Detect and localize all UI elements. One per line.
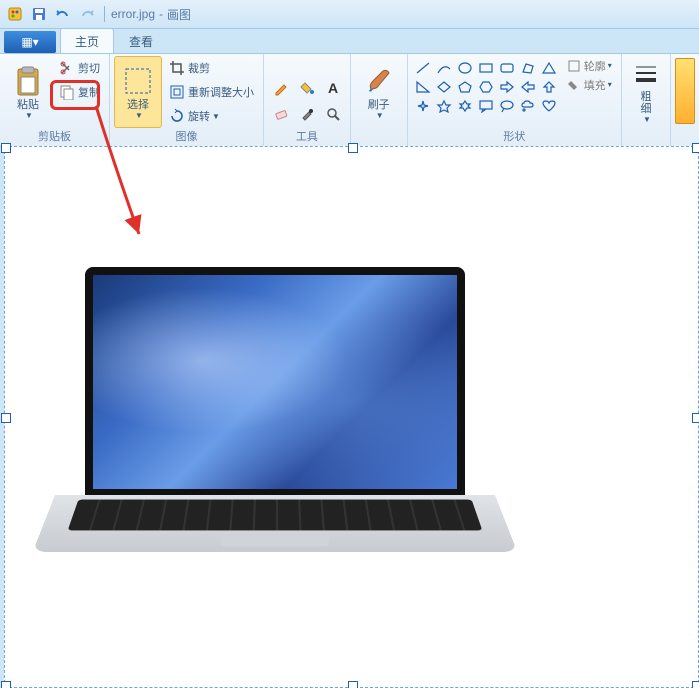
undo-icon[interactable] [52, 3, 74, 25]
shape-arrow-left[interactable] [517, 77, 539, 97]
brush-button[interactable]: 刷子▼ [355, 56, 403, 128]
shape-oval[interactable] [454, 58, 476, 78]
laptop-image [55, 267, 495, 585]
shape-star6[interactable] [454, 96, 476, 116]
group-label-shapes: 形状 [408, 128, 621, 144]
shape-heart[interactable] [538, 96, 560, 116]
group-brush: 刷子▼ [351, 54, 408, 146]
magnify-tool[interactable] [320, 101, 346, 127]
titlebar: error.jpg - 画图 [0, 0, 699, 29]
crop-icon [169, 60, 185, 76]
group-label-image: 图像 [110, 128, 263, 144]
resize-button[interactable]: 重新调整大小 [164, 80, 259, 104]
ribbon: 粘贴▼ 剪切 复制 剪贴板 [0, 53, 699, 147]
crop-button[interactable]: 裁剪 [164, 56, 259, 80]
shape-callout-cloud[interactable] [517, 96, 539, 116]
outline-icon [567, 59, 581, 73]
group-stroke: 粗细▼ [622, 54, 671, 146]
shape-hexagon[interactable] [475, 77, 497, 97]
fill-button[interactable]: 填充▾ [564, 75, 615, 94]
paste-button[interactable]: 粘贴▼ [4, 56, 52, 128]
shape-diamond[interactable] [433, 77, 455, 97]
title-sep: - [159, 7, 163, 21]
stroke-width-button[interactable]: 粗细▼ [626, 56, 666, 128]
pencil-tool[interactable] [268, 75, 294, 101]
separator [104, 6, 105, 22]
group-label-tools: 工具 [264, 128, 350, 144]
quick-access-toolbar [4, 3, 98, 25]
shape-rtriangle[interactable] [412, 77, 434, 97]
svg-text:A: A [328, 80, 338, 96]
select-button[interactable]: 选择▼ [114, 56, 162, 128]
shape-curve[interactable] [433, 58, 455, 78]
shape-polygon[interactable] [517, 58, 539, 78]
shape-roundrect[interactable] [496, 58, 518, 78]
shape-arrow-right[interactable] [496, 77, 518, 97]
shape-line[interactable] [412, 58, 434, 78]
text-tool[interactable]: A [320, 75, 346, 101]
group-tools: A 工具 [264, 54, 351, 146]
save-icon[interactable] [28, 3, 50, 25]
group-image: 选择▼ 裁剪 重新调整大小 旋转▼ 图 [110, 54, 264, 146]
redo-icon[interactable] [76, 3, 98, 25]
shape-gallery[interactable] [412, 58, 558, 114]
canvas-image [5, 147, 698, 687]
shape-callout-rect[interactable] [475, 96, 497, 116]
tab-home[interactable]: 主页 [60, 28, 114, 53]
title-filename: error.jpg [111, 7, 155, 21]
title-appname: 画图 [167, 6, 191, 23]
tab-view[interactable]: 查看 [114, 28, 168, 53]
shape-arrow-up[interactable] [538, 77, 560, 97]
rotate-icon [169, 108, 185, 124]
shape-pentagon[interactable] [454, 77, 476, 97]
scissors-icon [59, 60, 75, 76]
fill-icon [567, 78, 581, 92]
shape-star4[interactable] [412, 96, 434, 116]
resize-icon [169, 84, 185, 100]
color-partial[interactable] [675, 58, 695, 124]
app-icon[interactable] [4, 3, 26, 25]
fill-tool[interactable] [294, 75, 320, 101]
canvas[interactable] [4, 146, 699, 688]
picker-tool[interactable] [294, 101, 320, 127]
outline-button[interactable]: 轮廓▾ [564, 56, 615, 75]
rotate-button[interactable]: 旋转▼ [164, 104, 259, 128]
copy-button[interactable]: 复制 [54, 80, 105, 104]
eraser-tool[interactable] [268, 101, 294, 127]
shape-callout-oval[interactable] [496, 96, 518, 116]
shape-star5[interactable] [433, 96, 455, 116]
shape-rect[interactable] [475, 58, 497, 78]
group-clipboard: 粘贴▼ 剪切 复制 剪贴板 [0, 54, 110, 146]
group-shapes: 轮廓▾ 填充▾ 形状 [408, 54, 622, 146]
shape-triangle[interactable] [538, 58, 560, 78]
group-label-clipboard: 剪贴板 [0, 128, 109, 144]
group-partial [671, 54, 699, 146]
tab-bar: ▦▾ 主页 查看 [0, 29, 699, 53]
file-menu-button[interactable]: ▦▾ [4, 31, 56, 53]
cut-button[interactable]: 剪切 [54, 56, 105, 80]
copy-icon [59, 84, 75, 100]
